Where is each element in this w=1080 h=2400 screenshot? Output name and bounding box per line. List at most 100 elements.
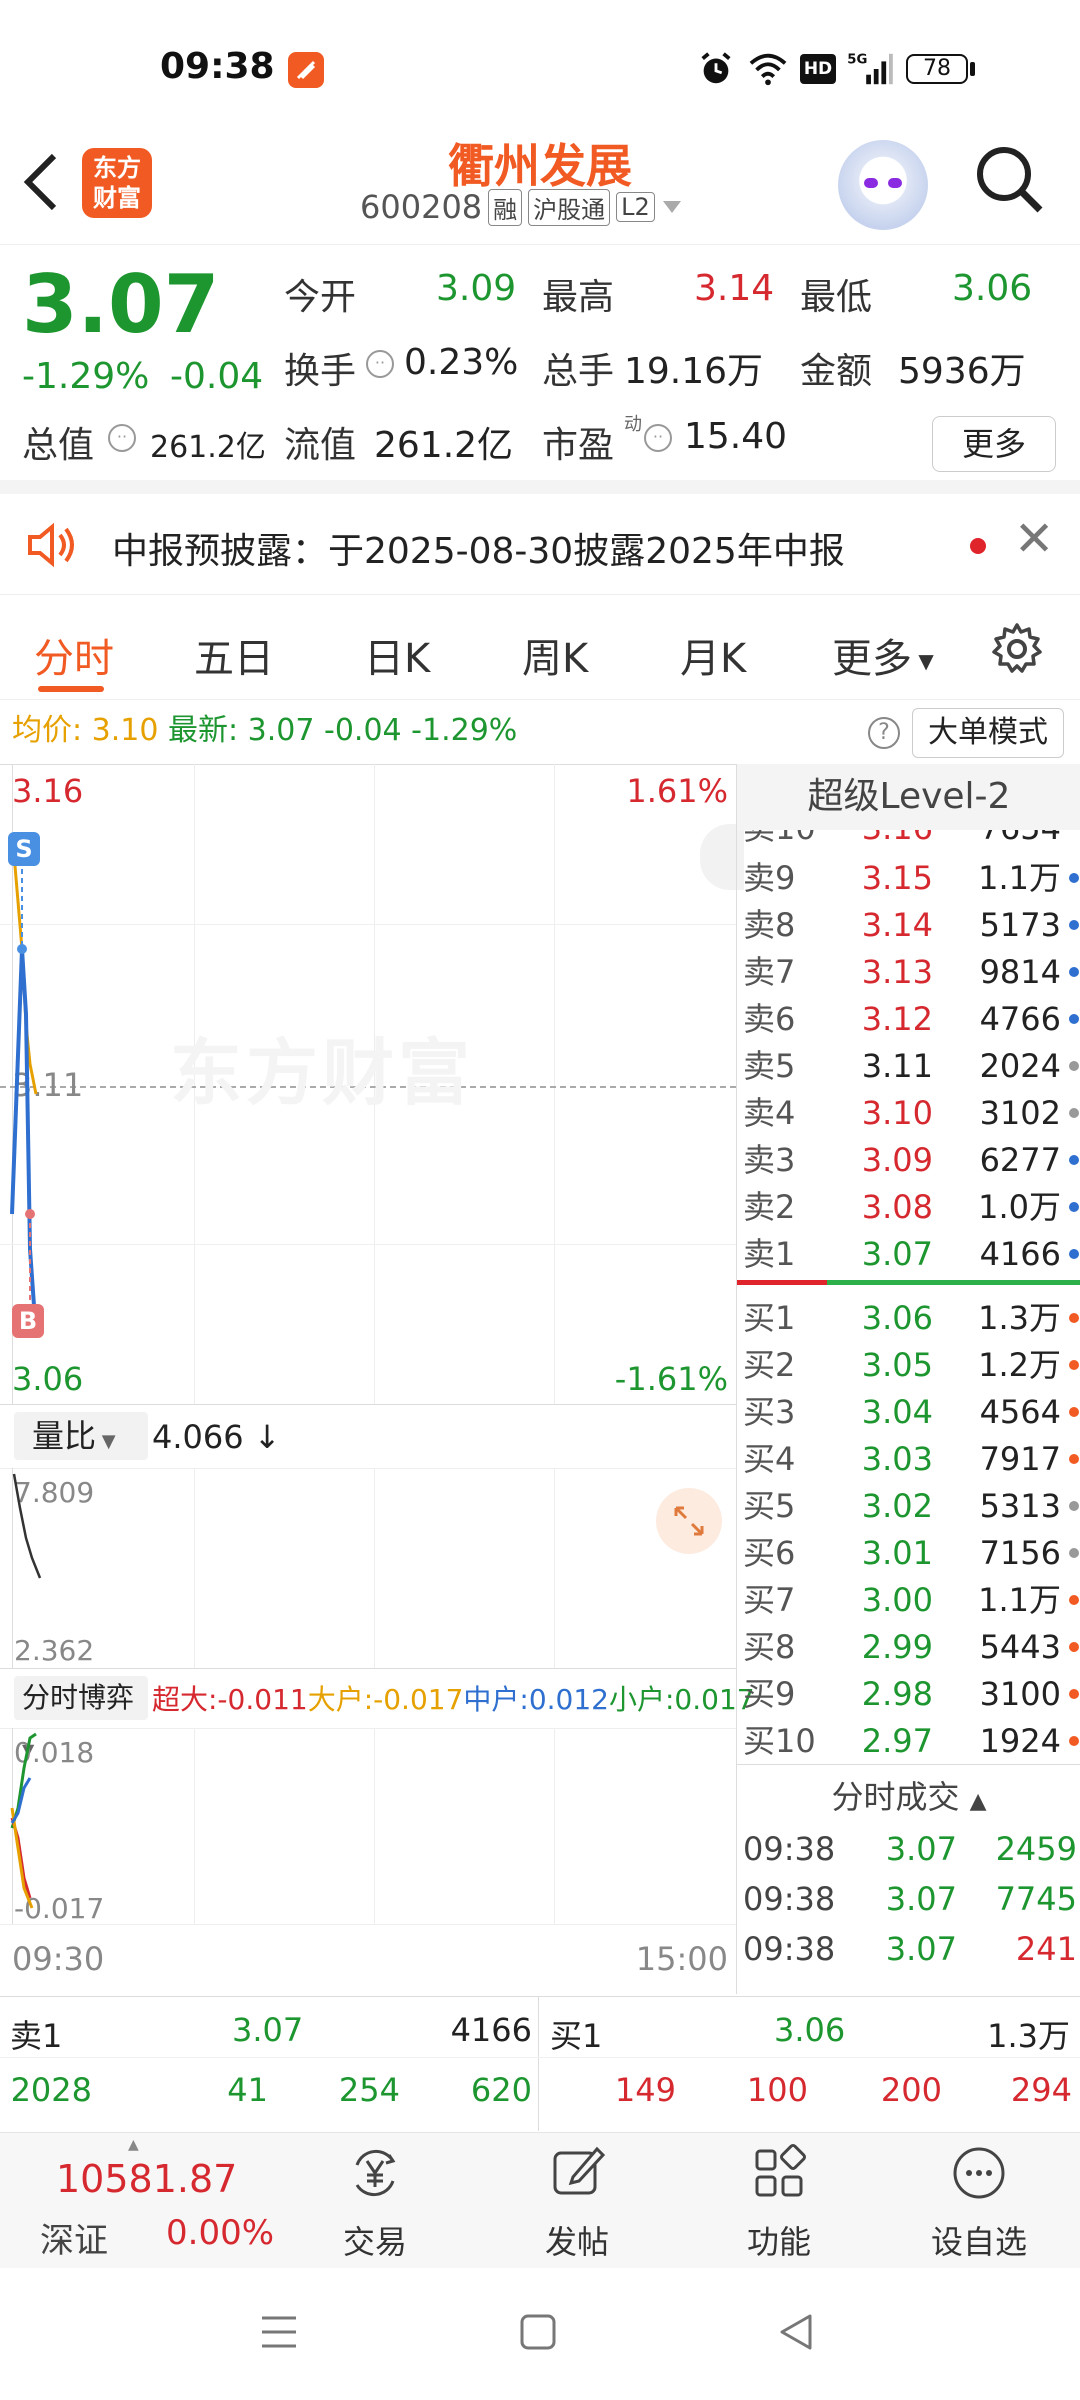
sell-level-row[interactable]: 卖3 3.09 6277 [737, 1136, 1080, 1184]
stock-code-line[interactable]: 600208 融 沪股通 L2 [360, 188, 683, 226]
sell-level-row[interactable]: 卖9 3.15 1.1万 [737, 854, 1080, 902]
tab-five-day[interactable]: 五日 [194, 626, 274, 684]
change-percent: -1.29% [22, 356, 150, 397]
trade-row: 09:38 3.07 241 [737, 1924, 1080, 1974]
trade-time: 09:38 [743, 1830, 836, 1868]
buy-marker[interactable]: B [12, 1304, 44, 1338]
trades-title[interactable]: 分时成交 ▲ [737, 1772, 1080, 1818]
big-order-mode-button[interactable]: 大单模式 [912, 708, 1064, 758]
level-dot [1069, 1689, 1079, 1699]
nav-post[interactable]: 发帖 [512, 2143, 642, 2263]
info-icon[interactable]: ·· [644, 424, 672, 452]
sell-level-row[interactable]: 卖6 3.12 4766 [737, 995, 1080, 1043]
level-price: 3.03 [861, 1440, 933, 1478]
nav-trade[interactable]: 交易 [310, 2143, 440, 2263]
vol-ratio-line [12, 1473, 42, 1579]
level-volume: 5313 [979, 1487, 1061, 1525]
buy-level-row[interactable]: 买8 2.99 5443 [737, 1623, 1080, 1671]
buy-level-row[interactable]: 买10 2.97 1924 [737, 1717, 1080, 1765]
level-name: 买4 [743, 1440, 796, 1478]
help-icon[interactable]: ? [868, 717, 900, 749]
assistant-robot-icon[interactable] [838, 140, 928, 230]
quick-buy-vol: 1.3万 [987, 2017, 1070, 2055]
bid-ask-ratio-bar [737, 1280, 1080, 1285]
turnover-label: 换手 [284, 351, 357, 392]
quick-buy-price: 3.06 [774, 2011, 846, 2049]
level-name: 卖8 [743, 906, 796, 944]
apps-grid-icon [755, 2144, 806, 2197]
menu-icon[interactable] [258, 2312, 300, 2352]
quick-sell-vol: 4166 [450, 2011, 532, 2049]
tag-connect: 沪股通 [528, 188, 611, 226]
index-name: 深证 [40, 2221, 108, 2261]
indicator-selector[interactable]: 量比 ▼ [14, 1412, 148, 1460]
tab-intraday[interactable]: 分时 [34, 626, 114, 684]
sell-level-row[interactable]: 卖7 3.13 9814 [737, 948, 1080, 996]
level-dot [1069, 1407, 1079, 1417]
buy-level-row[interactable]: 买7 3.00 1.1万 [737, 1576, 1080, 1624]
tab-weekly-k[interactable]: 周K [522, 626, 588, 684]
buy-level-row[interactable]: 买6 3.01 7156 [737, 1529, 1080, 1577]
level-name: 买9 [743, 1675, 796, 1713]
level-name: 卖2 [743, 1188, 796, 1226]
sell-level-row[interactable]: 卖2 3.08 1.0万 [737, 1183, 1080, 1231]
info-icon[interactable]: ·· [108, 424, 136, 452]
quick-sell-label: 卖1 [10, 2017, 63, 2055]
info-icon[interactable]: ·· [366, 350, 394, 378]
level-name: 卖6 [743, 1000, 796, 1038]
level-dot [1069, 1313, 1079, 1323]
open-label: 今开 [284, 277, 357, 318]
tab-more[interactable]: 更多 ▼ [832, 626, 934, 684]
level2-title[interactable]: 超级Level-2 [737, 764, 1080, 830]
back-nav-icon[interactable] [776, 2312, 816, 2352]
trade-time: 09:38 [743, 1930, 836, 1968]
sell-marker[interactable]: S [8, 832, 40, 866]
tag-level2: L2 [616, 192, 655, 222]
index-ticker[interactable]: ▲ 10581.87 深证 0.00% [0, 2133, 290, 2269]
buy-level-row[interactable]: 买4 3.03 7917 [737, 1435, 1080, 1483]
level-price: 3.12 [861, 1000, 933, 1038]
quick-bid-ask: 卖1 3.07 4166 买1 3.06 1.3万 2028 41 254 62… [0, 1996, 1080, 2131]
latest-value: 3.07 [247, 713, 315, 748]
tab-monthly-k[interactable]: 月K [680, 626, 746, 684]
sell-level-row[interactable]: 卖4 3.10 3102 [737, 1089, 1080, 1137]
buy-queue-3: 200 [880, 2071, 942, 2109]
buy-level-row[interactable]: 买5 3.02 5313 [737, 1482, 1080, 1530]
level-volume: 1.1万 [978, 1581, 1061, 1619]
gear-icon[interactable] [990, 622, 1044, 676]
nav-functions[interactable]: 功能 [714, 2143, 844, 2263]
last-price: 3.07 [22, 258, 220, 351]
bottom-nav: ▲ 10581.87 深证 0.00% 交易 发帖 功能 设自选 [0, 2132, 1080, 2268]
level-price: 2.98 [861, 1675, 933, 1713]
level-name: 买7 [743, 1581, 796, 1619]
buy-level-row[interactable]: 买3 3.04 4564 [737, 1388, 1080, 1436]
close-icon[interactable]: ✕ [1014, 511, 1054, 567]
time-axis-start: 09:30 [12, 1940, 105, 1978]
more-button[interactable]: 更多 [932, 416, 1056, 472]
tab-daily-k[interactable]: 日K [364, 626, 430, 684]
buy-level-row[interactable]: 买1 3.06 1.3万 [737, 1294, 1080, 1342]
level-dot [1069, 1249, 1079, 1259]
buy-level-row[interactable]: 买2 3.05 1.2万 [737, 1341, 1080, 1389]
sell-level-row[interactable]: 卖8 3.14 5173 [737, 901, 1080, 949]
sell-level-row[interactable]: 卖1 3.07 4166 [737, 1230, 1080, 1278]
buy-level-row[interactable]: 买9 2.98 3100 [737, 1670, 1080, 1718]
game-selector[interactable]: 分时博弈 ▼ [14, 1676, 148, 1759]
legend-large: 大户:-0.017 [307, 1683, 464, 1716]
pe-label: 市盈 [542, 425, 615, 466]
level-volume: 1924 [979, 1722, 1061, 1760]
expand-icon[interactable] [656, 1488, 722, 1554]
search-icon[interactable] [972, 142, 1046, 216]
notice-bar[interactable]: 中报预披露：于2025-08-30披露2025年中报 ✕ [0, 495, 1080, 595]
intraday-chart[interactable]: 东方财富 3.16 1.61% 3.11 3.06 -1.61% S B 量比 … [0, 764, 755, 1994]
speaker-icon [28, 522, 74, 568]
level-volume: 7156 [979, 1534, 1061, 1572]
level-price: 3.08 [861, 1188, 933, 1226]
nav-add-watchlist[interactable]: 设自选 [914, 2143, 1044, 2263]
trade-price: 3.07 [885, 1830, 957, 1868]
high-label: 最高 [542, 277, 615, 318]
level-volume: 1.3万 [978, 1299, 1061, 1337]
home-icon[interactable] [518, 2312, 558, 2352]
edit-icon [553, 2146, 606, 2195]
sell-level-row[interactable]: 卖5 3.11 2024 [737, 1042, 1080, 1090]
